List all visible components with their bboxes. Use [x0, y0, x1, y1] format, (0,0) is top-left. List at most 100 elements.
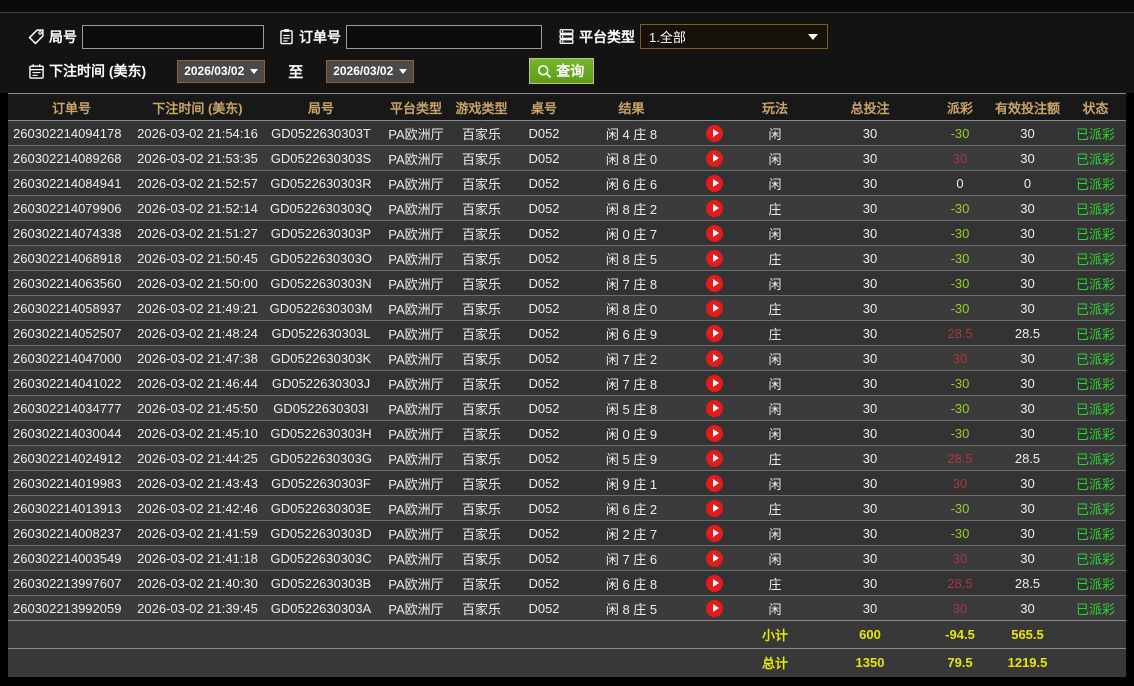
- play-result-icon[interactable]: [705, 599, 723, 617]
- cell-table-no-text: D052: [528, 275, 560, 291]
- cell-game-text: 百家乐: [461, 176, 501, 192]
- cell-game: 百家乐: [450, 495, 513, 521]
- play-result-icon[interactable]: [705, 374, 723, 392]
- cell-game: 百家乐: [450, 320, 513, 346]
- cell-status: 已派彩: [1065, 445, 1126, 471]
- table-header: 订单号 下注时间 (美东) 局号 平台类型 游戏类型 桌号 结果 玩法 总投注 派彩 有效投注额 状态: [8, 93, 1126, 121]
- cell-result-text: 闲 0 庄 7: [605, 226, 658, 242]
- cell-time-text: 2026-03-02 21:43:43: [137, 475, 258, 491]
- play-result-icon[interactable]: [705, 174, 723, 192]
- cell-order-text: 260302214030044: [13, 425, 122, 441]
- cell-total-bet: 30: [810, 120, 930, 146]
- cell-order-text: 260302214024912: [13, 450, 122, 466]
- cell-bet-type: 闲: [740, 520, 810, 546]
- cell-bet-type-text: 闲: [768, 526, 782, 542]
- play-result-icon[interactable]: [705, 549, 723, 567]
- cell-result: 闲 8 庄 5: [575, 595, 688, 621]
- play-result-icon[interactable]: [705, 349, 723, 367]
- play-result-icon[interactable]: [705, 449, 723, 467]
- cell-total-bet: 30: [810, 270, 930, 296]
- cell-order: 260302214063560: [8, 270, 135, 296]
- cell-valid-bet-text: 30: [1020, 225, 1035, 241]
- cell-valid-bet: 30: [990, 370, 1065, 396]
- cell-total-bet-text: 30: [862, 275, 878, 291]
- cell-game: 百家乐: [450, 245, 513, 271]
- cell-payout-text: -30: [950, 200, 970, 216]
- tag-icon: [28, 29, 44, 45]
- cell-time-text: 2026-03-02 21:39:45: [137, 600, 258, 616]
- filter-bar: 局号 订单号 平台类型 1.全部 下注时间 (美东) 2026/03/02 至 …: [0, 13, 1134, 93]
- play-result-icon[interactable]: [705, 499, 723, 517]
- cell-result: 闲 7 庄 8: [575, 270, 688, 296]
- play-result-icon[interactable]: [705, 524, 723, 542]
- cell-round: GD0522630303F: [260, 470, 382, 496]
- cell-play-icon: [688, 345, 740, 371]
- cell-table-no: D052: [513, 145, 575, 171]
- cell-table-no-text: D052: [528, 250, 560, 266]
- cell-time: 2026-03-02 21:54:16: [135, 120, 260, 146]
- round-input[interactable]: [82, 24, 264, 49]
- play-result-icon[interactable]: [705, 149, 723, 167]
- cell-status-text: 已派彩: [1075, 226, 1115, 242]
- cell-play-icon: [688, 445, 740, 471]
- play-result-icon[interactable]: [705, 574, 723, 592]
- cell-valid-bet-text: 30: [1020, 300, 1035, 316]
- cell-valid-bet-text: 30: [1020, 525, 1035, 541]
- platform-filter-group: 平台类型 1.全部: [558, 24, 828, 49]
- query-button[interactable]: 查询: [529, 58, 595, 84]
- cell-payout-text: -30: [950, 125, 970, 141]
- cell-bet-type-text: 庄: [768, 576, 782, 592]
- play-result-icon[interactable]: [705, 124, 723, 142]
- play-result-icon[interactable]: [705, 249, 723, 267]
- play-result-icon[interactable]: [705, 224, 723, 242]
- play-result-icon[interactable]: [705, 274, 723, 292]
- cell-round-text: GD0522630303Q: [270, 200, 372, 216]
- cell-platform-text: PA欧洲厅: [388, 526, 444, 542]
- order-input[interactable]: [346, 24, 542, 49]
- cell-total-bet: 30: [810, 220, 930, 246]
- play-result-icon[interactable]: [705, 324, 723, 342]
- column-header: 平台类型: [382, 93, 450, 121]
- cell-order: 260302214030044: [8, 420, 135, 446]
- cell-game-text: 百家乐: [461, 376, 501, 392]
- play-result-icon[interactable]: [705, 424, 723, 442]
- cell-game-text: 百家乐: [461, 551, 501, 567]
- cell-status-text: 已派彩: [1075, 501, 1115, 517]
- cell-platform-text: PA欧洲厅: [388, 476, 444, 492]
- date-from-picker[interactable]: 2026/03/02: [177, 59, 266, 83]
- cell-result: 闲 8 庄 0: [575, 145, 688, 171]
- table-row: 260302214047000 2026-03-02 21:47:38 GD0522…: [8, 345, 1126, 371]
- platform-select[interactable]: 1.全部: [640, 24, 828, 49]
- cell-time-text: 2026-03-02 21:41:18: [137, 550, 258, 566]
- cell-valid-bet: 28.5: [990, 570, 1065, 596]
- cell-time: 2026-03-02 21:49:21: [135, 295, 260, 321]
- cell-valid-bet-text: 0: [1023, 175, 1032, 191]
- cell-payout: 30: [930, 145, 990, 171]
- cell-game: 百家乐: [450, 420, 513, 446]
- cell-bet-type-text: 庄: [768, 201, 782, 217]
- play-result-icon[interactable]: [705, 299, 723, 317]
- cell-time-text: 2026-03-02 21:52:57: [137, 175, 258, 191]
- cell-game: 百家乐: [450, 270, 513, 296]
- cell-platform: PA欧洲厅: [382, 545, 450, 571]
- cell-play-icon: [688, 545, 740, 571]
- column-header: 局号: [260, 93, 382, 121]
- to-label: 至: [288, 63, 304, 81]
- cell-table-no-text: D052: [528, 150, 560, 166]
- play-result-icon[interactable]: [705, 474, 723, 492]
- play-result-icon[interactable]: [705, 399, 723, 417]
- cell-result: 闲 0 庄 9: [575, 420, 688, 446]
- cell-round: GD0522630303J: [260, 370, 382, 396]
- cell-table-no-text: D052: [528, 200, 560, 216]
- date-to-picker[interactable]: 2026/03/02: [326, 59, 415, 83]
- cell-order-text: 260302213997607: [13, 575, 122, 591]
- cell-round-text: GD0522630303L: [271, 325, 371, 341]
- cell-total-bet: 30: [810, 595, 930, 621]
- cell-result-text: 闲 8 庄 2: [605, 201, 658, 217]
- cell-game-text: 百家乐: [461, 401, 501, 417]
- play-result-icon[interactable]: [705, 199, 723, 217]
- table-row: 260302213997607 2026-03-02 21:40:30 GD0522…: [8, 570, 1126, 596]
- cell-status: 已派彩: [1065, 295, 1126, 321]
- cell-total-bet: 30: [810, 445, 930, 471]
- cell-status: 已派彩: [1065, 395, 1126, 421]
